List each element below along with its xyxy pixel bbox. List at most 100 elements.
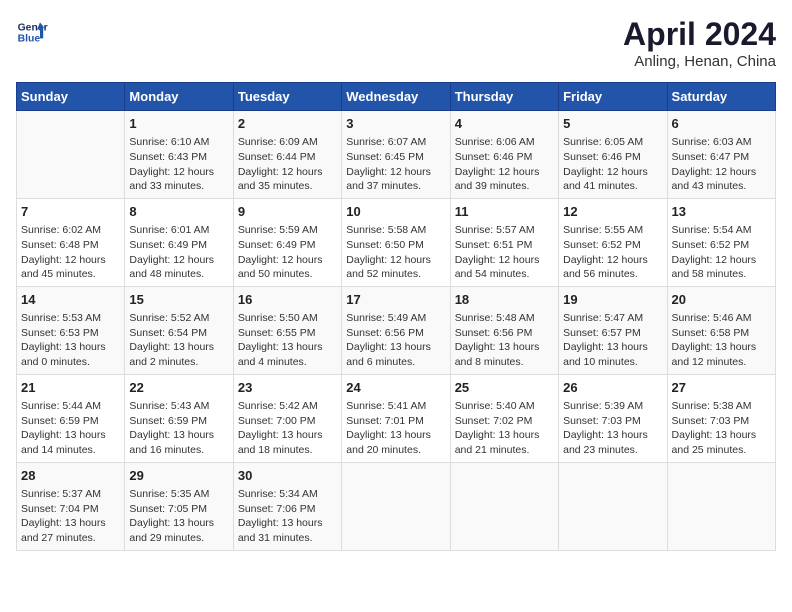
day-number: 12 [563,203,662,221]
day-number: 22 [129,379,228,397]
day-info: Sunrise: 5:55 AM Sunset: 6:52 PM Dayligh… [563,223,662,282]
calendar-cell: 24 Sunrise: 5:41 AM Sunset: 7:01 PM Dayli… [342,374,450,462]
logo: General Blue [16,16,48,48]
day-number: 1 [129,115,228,133]
calendar-cell: 9 Sunrise: 5:59 AM Sunset: 6:49 PM Daylig… [233,198,341,286]
day-info: Sunrise: 5:35 AM Sunset: 7:05 PM Dayligh… [129,487,228,546]
day-info: Sunrise: 5:47 AM Sunset: 6:57 PM Dayligh… [563,311,662,370]
subtitle: Anling, Henan, China [623,53,776,70]
week-row-5: 28 Sunrise: 5:37 AM Sunset: 7:04 PM Dayli… [17,462,776,550]
calendar-cell: 5 Sunrise: 6:05 AM Sunset: 6:46 PM Daylig… [559,111,667,199]
calendar-cell: 27 Sunrise: 5:38 AM Sunset: 7:03 PM Dayli… [667,374,775,462]
day-number: 6 [672,115,771,133]
calendar-cell: 30 Sunrise: 5:34 AM Sunset: 7:06 PM Dayli… [233,462,341,550]
day-info: Sunrise: 6:10 AM Sunset: 6:43 PM Dayligh… [129,135,228,194]
calendar-cell: 28 Sunrise: 5:37 AM Sunset: 7:04 PM Dayli… [17,462,125,550]
day-number: 13 [672,203,771,221]
calendar-cell [667,462,775,550]
calendar-cell: 6 Sunrise: 6:03 AM Sunset: 6:47 PM Daylig… [667,111,775,199]
day-number: 24 [346,379,445,397]
day-info: Sunrise: 5:50 AM Sunset: 6:55 PM Dayligh… [238,311,337,370]
week-row-4: 21 Sunrise: 5:44 AM Sunset: 6:59 PM Dayli… [17,374,776,462]
column-header-saturday: Saturday [667,83,775,111]
calendar-cell: 17 Sunrise: 5:49 AM Sunset: 6:56 PM Dayli… [342,286,450,374]
calendar-cell: 21 Sunrise: 5:44 AM Sunset: 6:59 PM Dayli… [17,374,125,462]
day-info: Sunrise: 5:41 AM Sunset: 7:01 PM Dayligh… [346,399,445,458]
logo-icon: General Blue [16,16,48,48]
day-number: 5 [563,115,662,133]
calendar-cell: 4Sunrise: 6:06 AM Sunset: 6:46 PM Daylig… [450,111,558,199]
day-info: Sunrise: 5:52 AM Sunset: 6:54 PM Dayligh… [129,311,228,370]
day-info: Sunrise: 5:46 AM Sunset: 6:58 PM Dayligh… [672,311,771,370]
day-info: Sunrise: 5:59 AM Sunset: 6:49 PM Dayligh… [238,223,337,282]
day-number: 30 [238,467,337,485]
week-row-2: 7Sunrise: 6:02 AM Sunset: 6:48 PM Daylig… [17,198,776,286]
calendar-cell [342,462,450,550]
column-headers: SundayMondayTuesdayWednesdayThursdayFrid… [17,83,776,111]
calendar-cell: 19 Sunrise: 5:47 AM Sunset: 6:57 PM Dayli… [559,286,667,374]
day-info: Sunrise: 5:40 AM Sunset: 7:02 PM Dayligh… [455,399,554,458]
day-info: Sunrise: 5:54 AM Sunset: 6:52 PM Dayligh… [672,223,771,282]
day-number: 19 [563,291,662,309]
svg-text:Blue: Blue [18,34,41,45]
day-info: Sunrise: 5:39 AM Sunset: 7:03 PM Dayligh… [563,399,662,458]
calendar-cell [559,462,667,550]
page-header: General Blue April 2024 Anling, Henan, C… [16,16,776,70]
day-number: 21 [21,379,120,397]
day-info: Sunrise: 5:37 AM Sunset: 7:04 PM Dayligh… [21,487,120,546]
calendar-cell: 11 Sunrise: 5:57 AM Sunset: 6:51 PM Dayli… [450,198,558,286]
day-number: 9 [238,203,337,221]
day-number: 11 [455,203,554,221]
column-header-tuesday: Tuesday [233,83,341,111]
calendar-cell [17,111,125,199]
day-info: Sunrise: 6:05 AM Sunset: 6:46 PM Dayligh… [563,135,662,194]
calendar-cell: 22 Sunrise: 5:43 AM Sunset: 6:59 PM Dayli… [125,374,233,462]
day-info: Sunrise: 6:09 AM Sunset: 6:44 PM Dayligh… [238,135,337,194]
day-number: 27 [672,379,771,397]
day-number: 4 [455,115,554,133]
calendar-cell: 16Sunrise: 5:50 AM Sunset: 6:55 PM Dayli… [233,286,341,374]
calendar-cell: 23Sunrise: 5:42 AM Sunset: 7:00 PM Dayli… [233,374,341,462]
day-number: 3 [346,115,445,133]
day-number: 7 [21,203,120,221]
calendar-cell: 3 Sunrise: 6:07 AM Sunset: 6:45 PM Daylig… [342,111,450,199]
day-number: 28 [21,467,120,485]
calendar-cell: 8 Sunrise: 6:01 AM Sunset: 6:49 PM Daylig… [125,198,233,286]
day-info: Sunrise: 5:48 AM Sunset: 6:56 PM Dayligh… [455,311,554,370]
calendar-cell: 10 Sunrise: 5:58 AM Sunset: 6:50 PM Dayli… [342,198,450,286]
calendar-cell: 25Sunrise: 5:40 AM Sunset: 7:02 PM Dayli… [450,374,558,462]
day-info: Sunrise: 5:43 AM Sunset: 6:59 PM Dayligh… [129,399,228,458]
day-info: Sunrise: 6:07 AM Sunset: 6:45 PM Dayligh… [346,135,445,194]
calendar-cell: 7Sunrise: 6:02 AM Sunset: 6:48 PM Daylig… [17,198,125,286]
day-info: Sunrise: 5:38 AM Sunset: 7:03 PM Dayligh… [672,399,771,458]
day-info: Sunrise: 6:03 AM Sunset: 6:47 PM Dayligh… [672,135,771,194]
calendar-cell: 20 Sunrise: 5:46 AM Sunset: 6:58 PM Dayli… [667,286,775,374]
calendar-cell: 15 Sunrise: 5:52 AM Sunset: 6:54 PM Dayli… [125,286,233,374]
day-info: Sunrise: 5:49 AM Sunset: 6:56 PM Dayligh… [346,311,445,370]
calendar-table: SundayMondayTuesdayWednesdayThursdayFrid… [16,82,776,551]
day-number: 10 [346,203,445,221]
day-info: Sunrise: 5:57 AM Sunset: 6:51 PM Dayligh… [455,223,554,282]
day-number: 26 [563,379,662,397]
day-info: Sunrise: 5:44 AM Sunset: 6:59 PM Dayligh… [21,399,120,458]
day-number: 2 [238,115,337,133]
day-number: 29 [129,467,228,485]
svg-text:General: General [18,22,48,33]
day-number: 20 [672,291,771,309]
day-info: Sunrise: 5:58 AM Sunset: 6:50 PM Dayligh… [346,223,445,282]
day-number: 8 [129,203,228,221]
calendar-cell: 18Sunrise: 5:48 AM Sunset: 6:56 PM Dayli… [450,286,558,374]
calendar-cell [450,462,558,550]
day-number: 15 [129,291,228,309]
week-row-3: 14 Sunrise: 5:53 AM Sunset: 6:53 PM Dayli… [17,286,776,374]
column-header-wednesday: Wednesday [342,83,450,111]
day-number: 17 [346,291,445,309]
calendar-cell: 13 Sunrise: 5:54 AM Sunset: 6:52 PM Dayli… [667,198,775,286]
day-info: Sunrise: 5:34 AM Sunset: 7:06 PM Dayligh… [238,487,337,546]
calendar-cell: 14 Sunrise: 5:53 AM Sunset: 6:53 PM Dayli… [17,286,125,374]
day-number: 23 [238,379,337,397]
day-info: Sunrise: 5:53 AM Sunset: 6:53 PM Dayligh… [21,311,120,370]
calendar-cell: 26 Sunrise: 5:39 AM Sunset: 7:03 PM Dayli… [559,374,667,462]
day-number: 14 [21,291,120,309]
day-info: Sunrise: 6:01 AM Sunset: 6:49 PM Dayligh… [129,223,228,282]
